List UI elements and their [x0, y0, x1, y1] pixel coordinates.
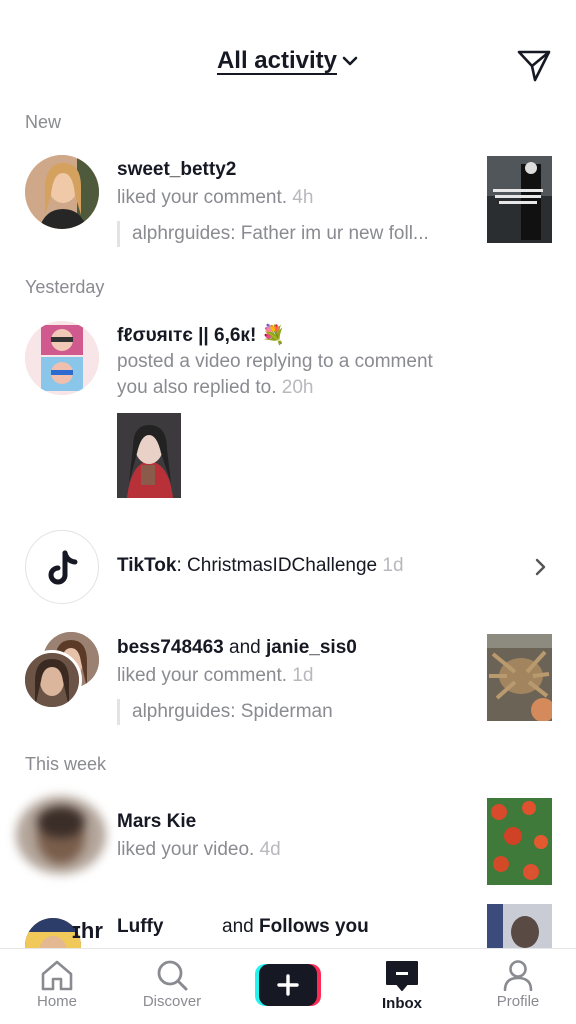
tab-home[interactable]: Home [12, 959, 102, 1010]
chevron-down-icon [342, 56, 358, 66]
quoted-comment[interactable]: alphrguides: Spiderman [117, 699, 333, 725]
avatar-front[interactable] [22, 650, 82, 710]
video-thumbnail[interactable] [487, 798, 552, 885]
joiner-text: and [223, 637, 266, 658]
avatar-blurred[interactable] [16, 796, 106, 874]
notification-row[interactable]: Mars Kie liked your video. 4d [0, 792, 576, 892]
avatar[interactable] [25, 321, 99, 395]
tab-profile-label: Profile [496, 993, 540, 1010]
tab-inbox-label: Inbox [382, 995, 422, 1012]
avatar[interactable] [25, 155, 99, 229]
tab-discover-label: Discover [142, 993, 202, 1010]
timestamp: 4d [259, 839, 281, 860]
username-text: fℓσυяιтє || 6,6к! 💐 [117, 325, 286, 346]
chevron-right-icon[interactable] [534, 557, 548, 577]
search-icon [157, 960, 188, 991]
thumbnail-image [487, 634, 552, 721]
follow-text: and Follows you [222, 916, 369, 938]
username-1[interactable]: bess748463 [117, 637, 224, 658]
watermark-fragment-icon: ɪhr [72, 918, 103, 943]
activity-text: liked your comment. 1d [117, 665, 313, 687]
activity-filter-dropdown[interactable]: All activity [217, 47, 359, 75]
page-title: All activity [216, 47, 338, 74]
action-text: liked your comment. [117, 187, 288, 208]
timestamp: 20h [281, 377, 314, 398]
paper-plane-icon[interactable] [516, 47, 552, 83]
section-label-yesterday: Yesterday [25, 277, 105, 297]
notification-row-tiktok[interactable]: TikTok: ChristmasIDChallenge 1d [0, 528, 576, 606]
timestamp: 1d [292, 665, 314, 686]
notification-row[interactable]: fℓσυяιтє || 6,6к! 💐 posted a video reply… [0, 315, 576, 505]
tab-profile[interactable]: Profile [473, 959, 563, 1010]
video-thumbnail[interactable] [487, 156, 552, 243]
follows-you-text: Follows you [258, 916, 369, 937]
quoted-comment[interactable]: alphrguides: Father im ur new foll... [117, 221, 429, 247]
system-notification-text: TikTok: ChristmasIDChallenge 1d [117, 555, 404, 577]
tiktok-logo-icon [48, 550, 78, 585]
username-2[interactable]: janie_sis0 [266, 637, 357, 658]
thumbnail-image [487, 798, 552, 885]
profile-icon [503, 960, 533, 991]
timestamp: 1d [382, 555, 404, 576]
joiner-text: and [222, 916, 259, 937]
notification-row[interactable]: sweet_betty2 liked your comment. 4h alph… [0, 150, 576, 260]
timestamp: 4h [292, 187, 314, 208]
thumbnail-image [117, 413, 181, 498]
section-label-this-week: This week [25, 754, 107, 774]
username-text: Mars Kie [117, 811, 197, 832]
username[interactable]: Mars Kie [117, 811, 196, 833]
brand-name: TikTok [117, 555, 177, 576]
username[interactable]: Luffy [117, 916, 163, 938]
action-text: liked your comment. [117, 665, 288, 686]
avatar-image [25, 321, 99, 395]
activity-text: liked your video. 4d [117, 839, 281, 861]
notification-text: : ChristmasIDChallenge [176, 555, 378, 576]
tab-inbox[interactable]: Inbox [357, 959, 447, 1012]
thumbnail-image [487, 904, 552, 948]
notification-row[interactable]: bess748463 and janie_sis0 liked your com… [0, 628, 576, 738]
usernames: bess748463 and janie_sis0 [117, 637, 357, 659]
activity-text-line2: you also replied to. 20h [117, 377, 313, 399]
video-thumbnail[interactable] [487, 634, 552, 721]
thumbnail-image [487, 156, 552, 243]
action-text: you also replied to. [117, 377, 277, 398]
tiktok-avatar[interactable] [25, 530, 99, 604]
username-text: sweet_betty2 [117, 159, 237, 180]
home-icon [41, 960, 73, 991]
header: All activity [0, 0, 576, 100]
avatar-image [25, 155, 99, 229]
username[interactable]: sweet_betty2 [117, 159, 236, 181]
title-wrap: All activity [0, 47, 576, 75]
video-thumbnail[interactable] [117, 413, 181, 498]
username-text: Luffy [117, 916, 164, 937]
activity-text: liked your comment. 4h [117, 187, 313, 209]
activity-text-line1: posted a video replying to a comment [117, 351, 433, 372]
username[interactable]: fℓσυяιтє || 6,6к! 💐 [117, 323, 285, 347]
inbox-icon [386, 961, 418, 991]
create-video-button[interactable] [255, 964, 321, 1006]
avatar-image [16, 796, 106, 874]
tab-home-label: Home [36, 993, 77, 1010]
action-text: liked your video. [117, 839, 255, 860]
tab-discover[interactable]: Discover [127, 959, 217, 1010]
notification-row[interactable]: ɪhr Luffy and Follows you [0, 898, 576, 948]
video-thumbnail[interactable] [487, 904, 552, 948]
section-label-new: New [25, 112, 62, 132]
avatar-image [25, 653, 79, 707]
